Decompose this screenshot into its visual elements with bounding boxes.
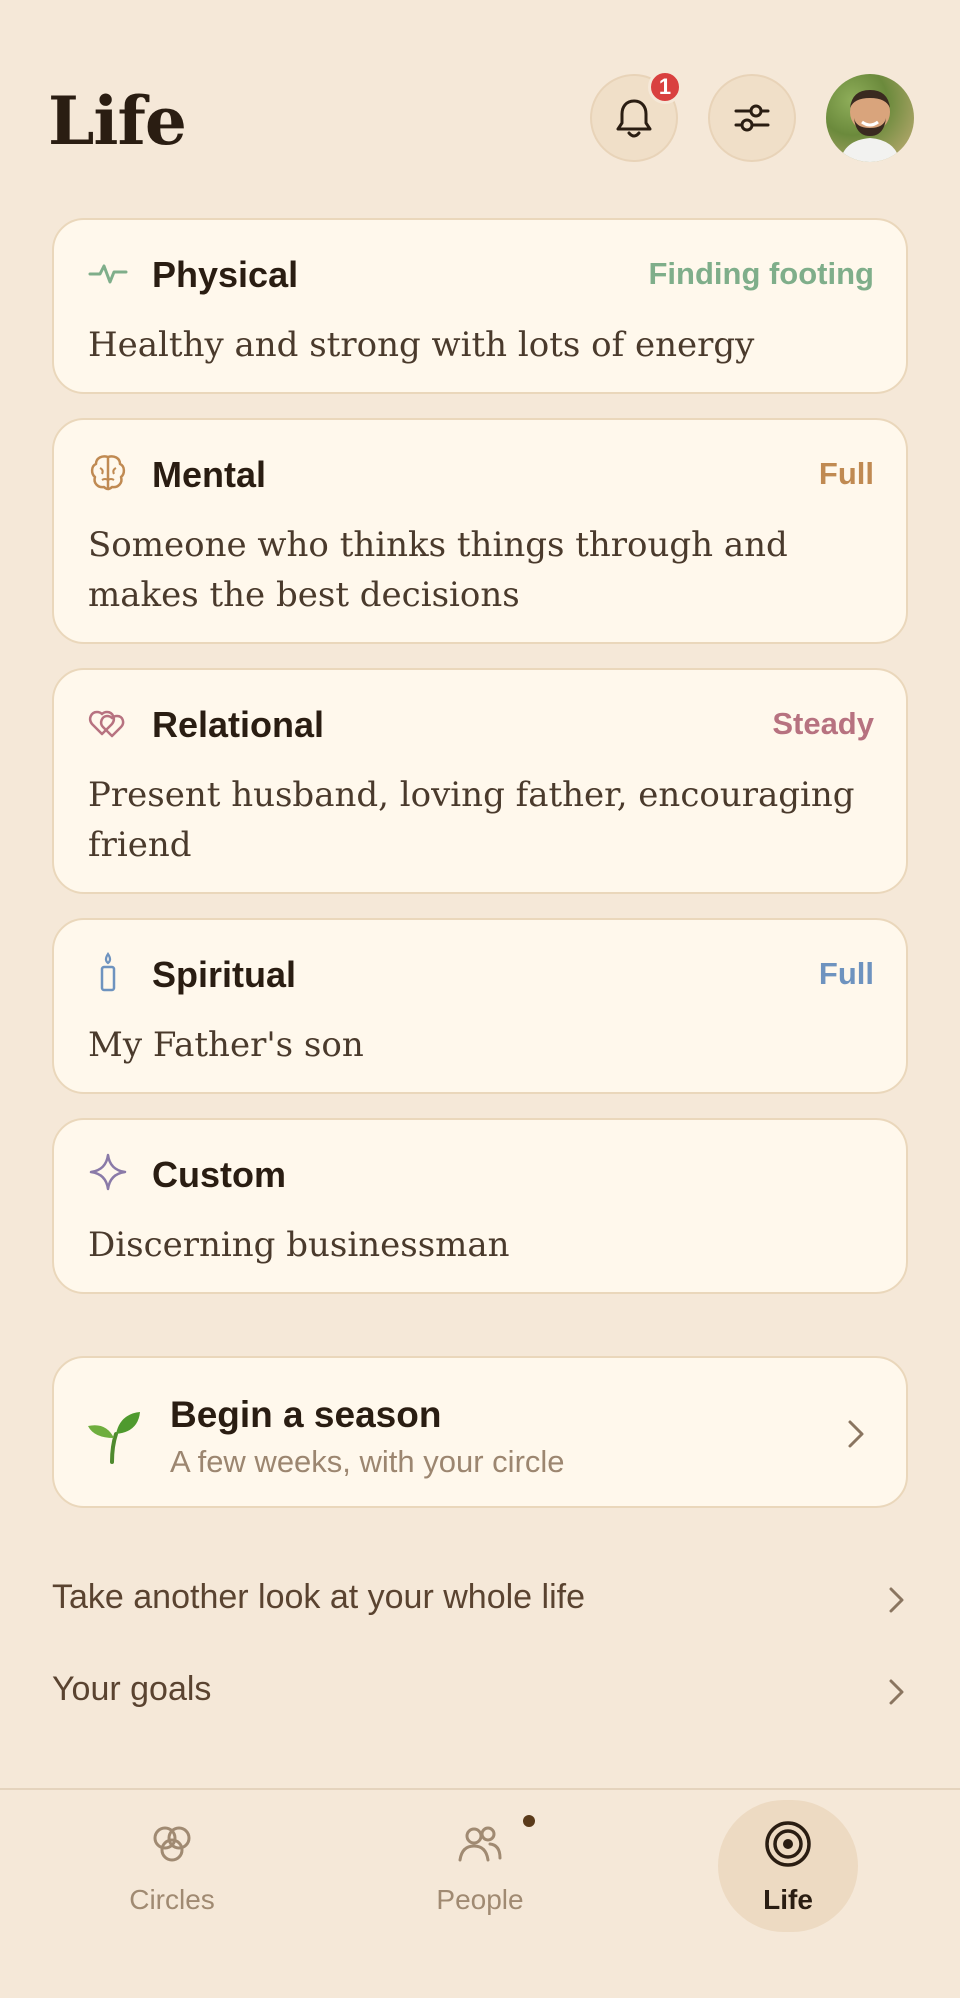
area-description: My Father's son	[88, 1025, 364, 1065]
area-status: Full	[818, 456, 874, 491]
chevron-right-icon	[848, 1420, 864, 1448]
area-card-spiritual[interactable]: Spiritual Full My Father's son	[52, 918, 908, 1094]
pulse-icon	[88, 264, 128, 284]
avatar[interactable]	[826, 74, 914, 162]
tab-life[interactable]: Life	[668, 1790, 908, 1970]
chevron-right-icon	[889, 1679, 904, 1705]
people-icon	[458, 1826, 502, 1862]
circles-icon	[153, 1826, 191, 1862]
chevron-right-icon	[889, 1587, 904, 1613]
target-icon	[765, 1821, 811, 1867]
area-title: Spiritual	[152, 954, 297, 995]
area-card-mental[interactable]: Mental Full Someone who thinks things th…	[52, 418, 908, 644]
filters-button[interactable]	[708, 74, 796, 162]
bottom-nav: Circles People Life	[0, 1788, 960, 1998]
area-title: Physical	[152, 254, 299, 295]
link-label: Take another look at your whole life	[52, 1578, 585, 1616]
tab-label: Circles	[129, 1884, 215, 1915]
link-label: Your goals	[52, 1670, 212, 1708]
tab-label: People	[436, 1884, 524, 1915]
people-unread-dot	[523, 1815, 535, 1827]
sparkle-icon	[89, 1153, 127, 1191]
whole-life-link[interactable]: Take another look at your whole life	[52, 1562, 908, 1632]
begin-season-button[interactable]: Begin a season A few weeks, with your ci…	[52, 1356, 908, 1508]
hearts-icon	[88, 710, 125, 738]
season-subtitle: A few weeks, with your circle	[170, 1444, 565, 1479]
area-status: Finding footing	[648, 256, 874, 291]
candle-icon	[100, 952, 116, 992]
area-card-relational[interactable]: Relational Steady Present husband, lovin…	[52, 668, 908, 894]
area-description: Healthy and strong with lots of energy	[88, 325, 755, 365]
area-card-custom[interactable]: Custom Discerning businessman	[52, 1118, 908, 1294]
your-goals-link[interactable]: Your goals	[52, 1654, 908, 1724]
area-card-physical[interactable]: Physical Finding footing Healthy and str…	[52, 218, 908, 394]
notification-badge: 1	[648, 70, 682, 104]
area-status: Full	[818, 956, 874, 991]
tab-circles[interactable]: Circles	[52, 1790, 292, 1970]
area-title: Relational	[152, 704, 325, 745]
area-description: Someone who thinks things through and ma…	[88, 525, 788, 615]
seedling-icon	[88, 1412, 140, 1464]
tab-label: Life	[763, 1884, 813, 1915]
bell-icon	[616, 99, 652, 138]
area-status: Steady	[772, 706, 874, 741]
brain-icon	[90, 455, 126, 491]
area-description: Present husband, loving father, encourag…	[88, 775, 855, 865]
profile-photo-icon	[840, 90, 900, 162]
area-title: Mental	[152, 454, 267, 495]
season-title: Begin a season	[170, 1394, 442, 1435]
area-description: Discerning businessman	[88, 1225, 510, 1265]
header: Life 1	[0, 0, 960, 200]
page-title: Life	[48, 82, 187, 160]
area-title: Custom	[152, 1154, 286, 1195]
sliders-icon	[734, 104, 770, 132]
tab-people[interactable]: People	[360, 1790, 600, 1970]
